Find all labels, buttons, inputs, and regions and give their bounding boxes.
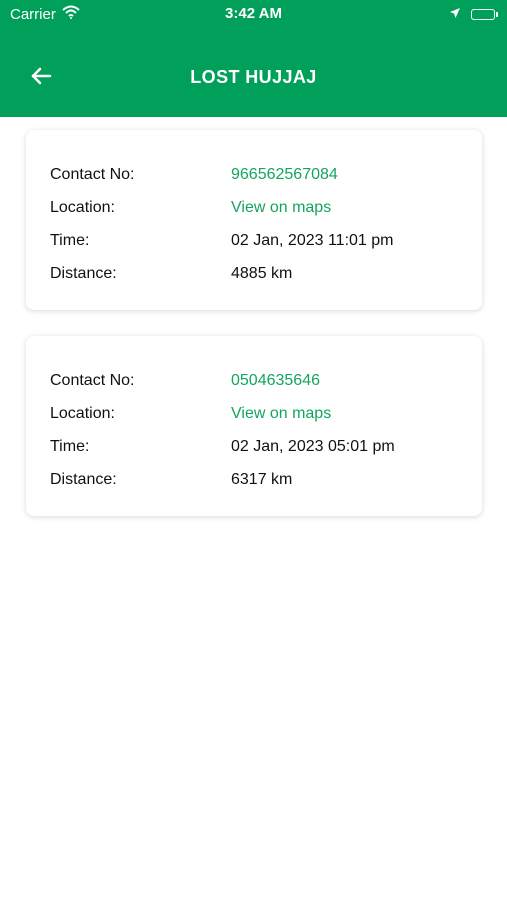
time-label: Time: (50, 231, 90, 249)
status-time: 3:42 AM (225, 5, 282, 22)
distance-label: Distance: (50, 264, 117, 282)
contact-row: Contact No: 0504635646 (26, 364, 482, 397)
time-row: Time: 02 Jan, 2023 11:01 pm (26, 224, 482, 257)
time-label: Time: (50, 437, 90, 455)
lost-hujjaj-list: Contact No: 966562567084 Location: View … (26, 130, 482, 542)
contact-label: Contact No: (50, 165, 135, 183)
lost-hujjaj-card: Contact No: 966562567084 Location: View … (26, 130, 482, 310)
contact-row: Contact No: 966562567084 (26, 158, 482, 191)
contact-number-link[interactable]: 966562567084 (231, 166, 338, 184)
navigation-bar: LOST HUJJAJ (0, 56, 507, 100)
app-header-area: Carrier 3:42 AM LOST HUJJAJ (0, 0, 507, 117)
distance-row: Distance: 6317 km (26, 463, 482, 496)
distance-value: 6317 km (231, 470, 293, 488)
distance-label: Distance: (50, 470, 117, 488)
distance-value: 4885 km (231, 264, 293, 282)
contact-number-link[interactable]: 0504635646 (231, 372, 320, 390)
location-arrow-icon (449, 6, 461, 23)
location-row: Location: View on maps (26, 397, 482, 430)
time-value: 02 Jan, 2023 05:01 pm (231, 437, 395, 455)
view-on-maps-link[interactable]: View on maps (231, 199, 331, 217)
time-value: 02 Jan, 2023 11:01 pm (231, 231, 394, 249)
battery-icon (471, 9, 498, 20)
status-bar: Carrier 3:42 AM (0, 0, 507, 28)
location-label: Location: (50, 198, 115, 216)
time-row: Time: 02 Jan, 2023 05:01 pm (26, 430, 482, 463)
view-on-maps-link[interactable]: View on maps (231, 405, 331, 423)
page-title: LOST HUJJAJ (190, 67, 317, 87)
lost-hujjaj-card: Contact No: 0504635646 Location: View on… (26, 336, 482, 516)
contact-label: Contact No: (50, 371, 135, 389)
location-row: Location: View on maps (26, 191, 482, 224)
location-label: Location: (50, 404, 115, 422)
status-right-icons (449, 6, 498, 23)
distance-row: Distance: 4885 km (26, 257, 482, 290)
